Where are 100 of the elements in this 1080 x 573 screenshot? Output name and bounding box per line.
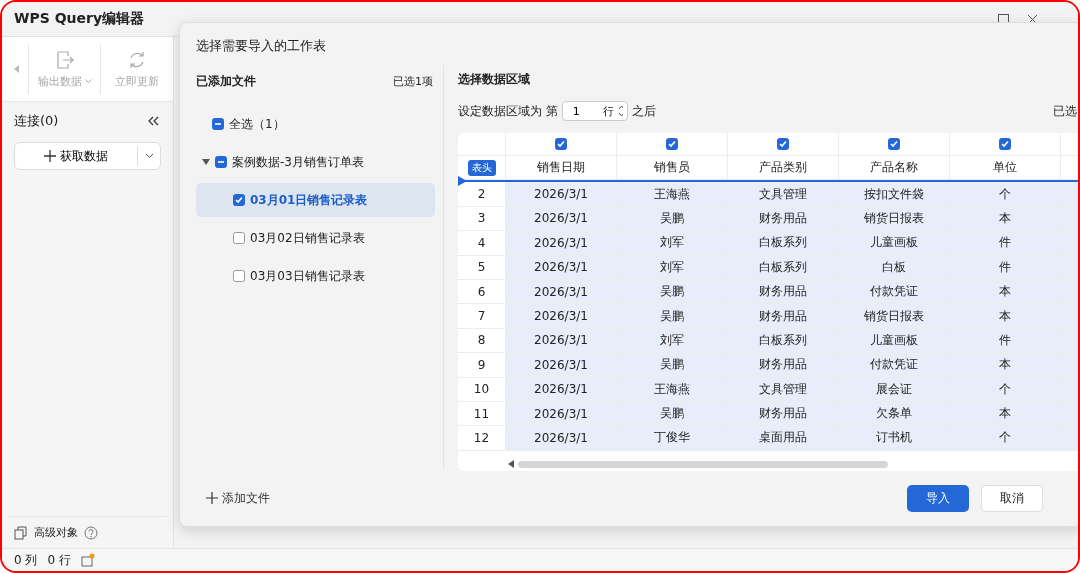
- start-row-input[interactable]: 1: [572, 104, 599, 118]
- table-cell: 2026/3/1: [506, 206, 617, 232]
- checkbox[interactable]: [233, 232, 245, 244]
- table-cell: 财务用品: [728, 401, 839, 427]
- table-cell: 付款凭证: [839, 353, 950, 378]
- sheet-item[interactable]: 03月02日销售记录表: [196, 221, 435, 255]
- column-header: 产品名称: [839, 156, 950, 181]
- expand-icon[interactable]: [202, 158, 210, 166]
- table-cell: 付款凭证: [839, 279, 950, 305]
- checkbox[interactable]: [233, 270, 245, 282]
- caret-icon: [84, 79, 92, 83]
- table-cell: 件: [950, 328, 1061, 354]
- select-all-label[interactable]: 全选（1）: [229, 115, 285, 133]
- table-cell: 财务用品: [728, 206, 839, 232]
- table-cell: 2026/3/1: [506, 401, 617, 427]
- close-icon[interactable]: [1027, 13, 1038, 25]
- table-cell: 件: [950, 255, 1061, 280]
- table-cell: 白板系列: [728, 328, 839, 354]
- collapse-icon[interactable]: [147, 116, 159, 126]
- checkbox[interactable]: [555, 138, 567, 150]
- table-cell: 销货日报表: [839, 206, 950, 232]
- plus-icon: [44, 150, 56, 162]
- start-row-spinbox[interactable]: 1 行: [561, 101, 628, 121]
- column-header: 产品类别: [728, 156, 839, 181]
- plus-icon: [206, 492, 218, 504]
- column-count: 0 列: [14, 551, 38, 569]
- help-icon[interactable]: [84, 525, 98, 540]
- table-cell: 本: [950, 353, 1061, 378]
- scroll-left-icon[interactable]: [508, 460, 514, 468]
- table-cell: 个: [950, 426, 1061, 451]
- table-cell: 按扣文件袋: [839, 182, 950, 207]
- table-cell: 文具管理: [728, 377, 839, 402]
- unit-label: 行: [602, 103, 614, 119]
- table-cell: 2026/3/1: [506, 377, 617, 402]
- cancel-button[interactable]: 取消: [981, 484, 1043, 512]
- workbook-label[interactable]: 案例数据-3月销售订单表: [232, 153, 364, 171]
- table-cell: 件: [950, 231, 1061, 256]
- table-cell: 王海燕: [617, 377, 728, 402]
- table-cell: 刘军: [617, 255, 728, 280]
- selection-info: 已选: [1053, 102, 1077, 120]
- row-count: 0 行: [47, 551, 71, 569]
- table-cell: 本: [950, 206, 1061, 232]
- table-cell: 2026/3/1: [506, 182, 617, 207]
- export-icon: [54, 49, 75, 70]
- selected-count: 已选1项: [393, 73, 433, 89]
- header-badge[interactable]: 表头: [467, 159, 496, 176]
- get-data-button[interactable]: 获取数据: [14, 142, 161, 170]
- connections-label: 连接(0): [14, 112, 59, 130]
- range-prefix: 设定数据区域为 第: [458, 102, 558, 120]
- table-cell: 2026/3/1: [506, 255, 617, 280]
- table-cell: 桌面用品: [728, 426, 839, 451]
- table-cell: 订书机: [839, 426, 950, 451]
- table-cell: 吴鹏: [617, 206, 728, 232]
- files-heading: 已添加文件: [196, 72, 256, 90]
- table-cell: 展会证: [839, 377, 950, 402]
- sheet-item[interactable]: 03月01日销售记录表: [196, 183, 435, 217]
- column-header: 销售日期: [506, 156, 617, 181]
- table-cell: 本: [950, 304, 1061, 329]
- table-cell: 销货日报表: [839, 304, 950, 329]
- dialog-title: 选择需要导入的工作表: [195, 37, 327, 55]
- table-cell: 本: [950, 401, 1061, 427]
- sheet-item[interactable]: 03月03日销售记录表: [196, 259, 435, 293]
- checkbox[interactable]: [888, 138, 900, 150]
- add-file-button[interactable]: 添加文件: [206, 489, 270, 507]
- table-cell: 2026/3/1: [506, 304, 617, 329]
- checkbox[interactable]: [666, 138, 678, 150]
- advanced-objects-label: 高级对象: [34, 525, 78, 540]
- table-cell: 刘军: [617, 328, 728, 354]
- table-cell: 财务用品: [728, 304, 839, 329]
- table-cell: 2026/3/1: [506, 328, 617, 354]
- table-cell: 白板系列: [728, 255, 839, 280]
- table-cell: 财务用品: [728, 279, 839, 305]
- table-cell: 吴鹏: [617, 353, 728, 378]
- table-cell: 财务用品: [728, 353, 839, 378]
- checkbox[interactable]: [999, 138, 1011, 150]
- scrollbar-thumb[interactable]: [518, 460, 888, 468]
- table-cell: 个: [950, 182, 1061, 207]
- table-cell: 儿童画板: [839, 231, 950, 256]
- window-title: WPS Query编辑器: [14, 10, 145, 28]
- object-icon: [14, 525, 28, 540]
- table-cell: 白板系列: [728, 231, 839, 256]
- import-button[interactable]: 导入: [907, 484, 969, 512]
- table-cell: 儿童画板: [839, 328, 950, 354]
- table-cell: 吴鹏: [617, 401, 728, 427]
- table-cell: 2026/3/1: [506, 353, 617, 378]
- table-cell: 王海燕: [617, 182, 728, 207]
- spinner-icon[interactable]: [617, 105, 623, 117]
- range-heading: 选择数据区域: [458, 70, 531, 88]
- checkbox[interactable]: [215, 156, 227, 168]
- column-header: 销售员: [617, 156, 728, 181]
- checkbox[interactable]: [777, 138, 789, 150]
- column-header: 单位: [950, 156, 1061, 181]
- caret-icon: [144, 153, 154, 159]
- checkbox[interactable]: [233, 194, 245, 206]
- table-cell: 吴鹏: [617, 279, 728, 305]
- header-row-marker-icon[interactable]: [458, 176, 467, 187]
- checkbox[interactable]: [212, 118, 224, 130]
- table-cell: 本: [950, 279, 1061, 305]
- table-cell: 丁俊华: [617, 426, 728, 451]
- table-cell: 文具管理: [728, 182, 839, 207]
